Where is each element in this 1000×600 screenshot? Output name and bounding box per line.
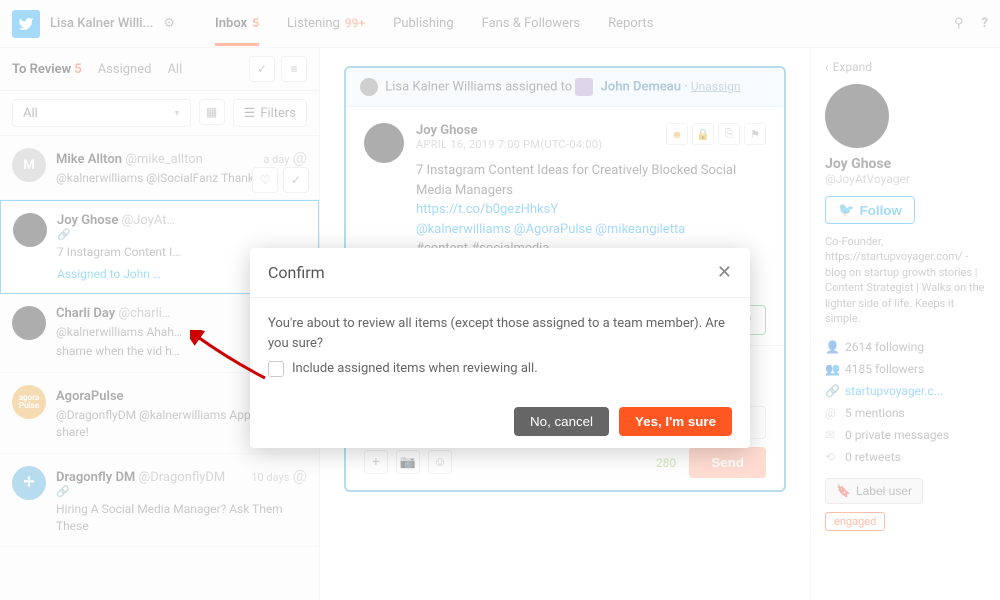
modal-checkbox-row: Include assigned items when reviewing al… — [268, 359, 732, 379]
confirm-button[interactable]: Yes, I'm sure — [619, 407, 732, 436]
confirm-modal: Confirm ✕ You're about to review all ite… — [250, 248, 750, 448]
cancel-button[interactable]: No, cancel — [514, 407, 609, 436]
modal-body: You're about to review all items (except… — [250, 298, 750, 395]
modal-header: Confirm ✕ — [250, 248, 750, 298]
modal-overlay[interactable]: Confirm ✕ You're about to review all ite… — [0, 0, 1000, 600]
modal-title: Confirm — [268, 263, 325, 282]
include-assigned-checkbox[interactable] — [268, 361, 284, 377]
modal-footer: No, cancel Yes, I'm sure — [250, 395, 750, 448]
close-icon[interactable]: ✕ — [717, 262, 732, 283]
checkbox-label: Include assigned items when reviewing al… — [292, 359, 538, 379]
modal-message: You're about to review all items (except… — [268, 314, 732, 353]
